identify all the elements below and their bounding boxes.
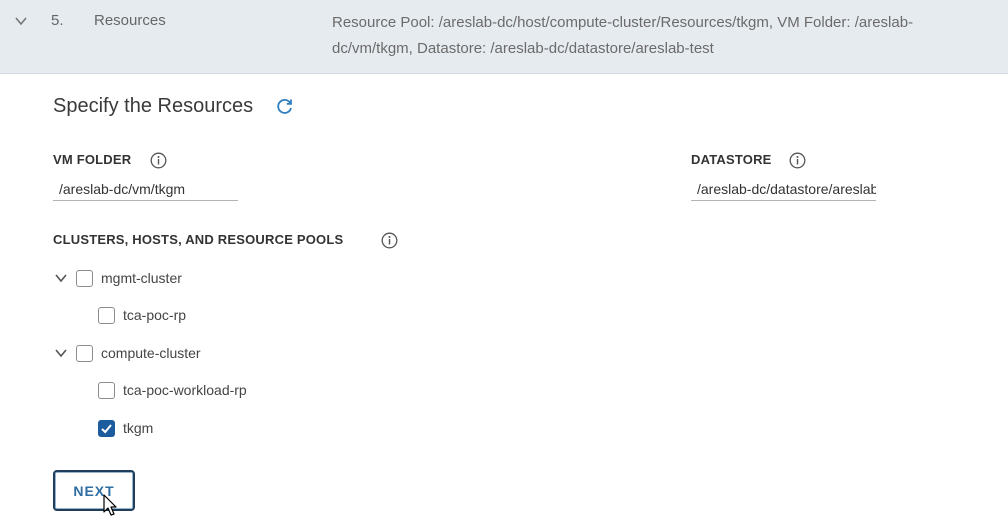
info-icon[interactable] [789,152,806,169]
step-number: 5. [51,12,64,29]
step-title: Resources [94,12,166,29]
clusters-label: CLUSTERS, HOSTS, AND RESOURCE POOLS [53,232,344,247]
chevron-down-icon[interactable] [14,14,28,28]
step-header[interactable]: 5. Resources Resource Pool: /areslab-dc/… [0,0,1008,74]
checkbox[interactable] [76,269,93,287]
tree-item-label: tkgm [123,420,154,436]
tree-item-tca-poc-workload-rp[interactable]: tca-poc-workload-rp [98,378,247,402]
info-icon[interactable] [150,152,167,169]
tree-item-label: compute-cluster [101,345,201,361]
next-button[interactable]: NEXT [53,470,135,511]
checkbox[interactable] [98,306,115,324]
tree-item-compute-cluster[interactable]: compute-cluster [54,341,201,365]
refresh-icon[interactable] [276,97,294,115]
chevron-down-icon[interactable] [54,271,68,285]
cursor-icon [103,494,117,516]
tree-item-tkgm[interactable]: tkgm [98,416,153,440]
tree-item-label: tca-poc-workload-rp [123,382,247,398]
section-title: Specify the Resources [53,95,254,117]
checkbox[interactable] [98,381,115,399]
tree-item-label: tca-poc-rp [123,307,187,323]
datastore-input[interactable] [691,177,876,201]
vm-folder-input[interactable] [53,177,238,201]
check-icon [101,423,112,433]
datastore-label: DATASTORE [691,152,772,167]
tree-item-label: mgmt-cluster [101,270,182,286]
chevron-down-icon[interactable] [54,346,68,360]
info-icon[interactable] [381,232,398,249]
checkbox[interactable] [76,344,93,362]
tree-item-tca-poc-rp[interactable]: tca-poc-rp [98,303,186,327]
step-summary: Resource Pool: /areslab-dc/host/compute-… [332,14,914,57]
checkbox-checked[interactable] [98,419,115,437]
tree-item-mgmt-cluster[interactable]: mgmt-cluster [54,266,182,290]
vm-folder-label: VM FOLDER [53,152,132,167]
